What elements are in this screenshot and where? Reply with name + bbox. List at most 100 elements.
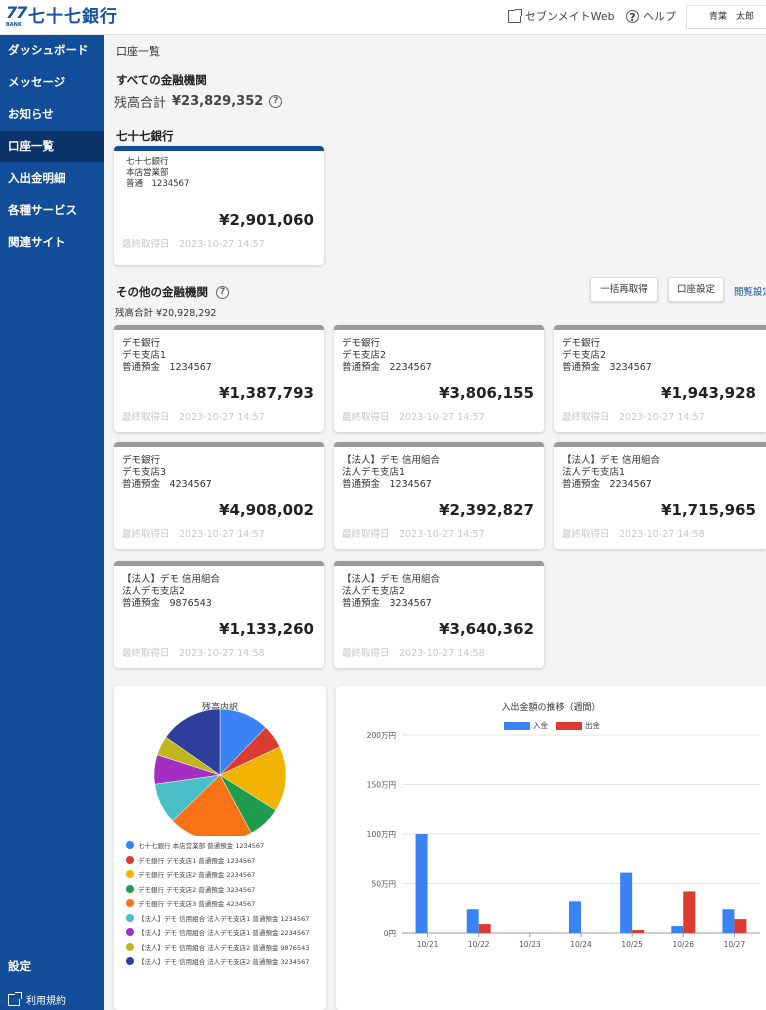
legend-dot bbox=[126, 841, 134, 850]
card-last-updated: 最終取得日 2023-10-27 14:57 bbox=[342, 529, 485, 540]
account-card[interactable]: デモ銀行 デモ支店2 普通預金 3234567 ¥1,943,928 最終取得日… bbox=[554, 325, 766, 432]
card-account: 普通預金 4234567 bbox=[122, 479, 212, 490]
legend-dot bbox=[126, 870, 134, 879]
legend-dot bbox=[126, 928, 134, 937]
account-settings-button[interactable]: 口座設定 bbox=[668, 277, 724, 302]
legend-item[interactable]: デモ銀行 デモ支店2 普通預金 3234567 bbox=[126, 882, 309, 897]
card-account: 普通預金 9876543 bbox=[122, 598, 212, 609]
card-balance: ¥1,387,793 bbox=[219, 384, 314, 402]
sidebar-item-transactions[interactable]: 入出金明細 bbox=[0, 163, 104, 194]
sidebar-item-dashboard[interactable]: ダッシュボード bbox=[0, 35, 104, 66]
card-balance: ¥3,640,362 bbox=[439, 620, 534, 638]
logo-text: 七十七銀行 bbox=[28, 7, 118, 27]
y-tick-label: 150万円 bbox=[367, 781, 396, 790]
account-card[interactable]: 【法人】デモ 信用組合 法人デモ支店1 普通預金 1234567 ¥2,392,… bbox=[334, 442, 544, 549]
bar-deposit bbox=[722, 909, 735, 933]
legend-dot bbox=[126, 913, 134, 922]
user-menu[interactable]: 青葉 太郎 bbox=[686, 5, 766, 29]
breadcrumb: 口座一覧 bbox=[116, 45, 160, 58]
legend-item[interactable]: デモ銀行 デモ支店3 普通預金 4234567 bbox=[126, 896, 309, 911]
legend-label: デモ銀行 デモ支店2 普通預金 3234567 bbox=[138, 885, 256, 894]
account-card[interactable]: 【法人】デモ 信用組合 法人デモ支店1 普通預金 2234567 ¥1,715,… bbox=[554, 442, 766, 549]
bar-deposit bbox=[620, 872, 633, 933]
help-icon[interactable]: ? bbox=[216, 285, 229, 299]
y-tick-label: 100万円 bbox=[367, 830, 396, 839]
sidebar-item-messages[interactable]: メッセージ bbox=[0, 67, 104, 98]
logo-mark: 77 BANK bbox=[6, 3, 28, 29]
legend-label: デモ銀行 デモ支店3 普通預金 4234567 bbox=[138, 900, 256, 909]
top-header: 77 BANK 七十七銀行 セブンメイトWeb ? ヘルプ 青葉 太郎 bbox=[0, 0, 766, 35]
x-tick-label: 10/21 bbox=[417, 940, 439, 949]
legend-item[interactable]: 七十七銀行 本店営業部 普通預金 1234567 bbox=[126, 838, 309, 853]
legend-dot bbox=[126, 855, 134, 864]
card-balance: ¥1,715,965 bbox=[661, 501, 756, 519]
legend-label: 【法人】デモ 信用組合 法人デモ支店2 普通預金 9876543 bbox=[138, 943, 310, 952]
balance-breakdown-panel: 残高内訳 七十七銀行 本店営業部 普通預金 1234567 デモ銀行 デモ支店1 … bbox=[114, 686, 326, 1010]
logo-number: 77 bbox=[6, 3, 27, 22]
x-tick-label: 10/26 bbox=[672, 940, 694, 949]
card-last-updated: 最終取得日 2023-10-27 14:58 bbox=[122, 648, 265, 659]
sidebar-item-terms[interactable]: 利用規約 bbox=[8, 991, 66, 1007]
x-tick-label: 10/25 bbox=[621, 940, 643, 949]
legend-item[interactable]: 【法人】デモ 信用組合 法人デモ支店2 普通預金 9876543 bbox=[126, 940, 309, 955]
sidebar-item-services[interactable]: 各種サービス bbox=[0, 195, 104, 226]
y-tick-label: 50万円 bbox=[371, 880, 396, 889]
legend-dot bbox=[126, 957, 134, 966]
sidebar-item-notices[interactable]: お知らせ bbox=[0, 99, 104, 130]
card-last-updated: 最終取得日 2023-10-27 14:57 bbox=[122, 529, 265, 540]
x-tick-label: 10/24 bbox=[570, 940, 592, 949]
legend-label: デモ銀行 デモ支店2 普通預金 2234567 bbox=[138, 871, 256, 880]
logo-bank-label: BANK bbox=[6, 22, 22, 28]
help-icon: ? bbox=[626, 9, 639, 24]
sidebar-item-related-sites[interactable]: 関連サイト bbox=[0, 227, 104, 258]
legend-item[interactable]: 【法人】デモ 信用組合 法人デモ支店1 普通預金 1234567 bbox=[126, 911, 309, 926]
y-tick-label: 200万円 bbox=[367, 731, 396, 740]
other-institutions-total: 残高合計 ¥20,928,292 bbox=[115, 308, 217, 319]
all-institutions-total: 残高合計 ¥23,829,352 ? bbox=[114, 92, 283, 111]
help-link[interactable]: ? ヘルプ bbox=[626, 8, 676, 24]
other-heading-label: その他の金融機関 bbox=[116, 285, 208, 299]
account-card[interactable]: デモ銀行 デモ支店2 普通預金 2234567 ¥3,806,155 最終取得日… bbox=[334, 325, 544, 432]
legend-label: 七十七銀行 本店営業部 普通預金 1234567 bbox=[138, 842, 265, 851]
legend-item[interactable]: 【法人】デモ 信用組合 法人デモ支店1 普通預金 2234567 bbox=[126, 925, 309, 940]
account-card[interactable]: 【法人】デモ 信用組合 法人デモ支店2 普通預金 3234567 ¥3,640,… bbox=[334, 561, 544, 668]
user-name: 青葉 太郎 bbox=[709, 12, 755, 22]
card-account: 普通預金 2234567 bbox=[562, 479, 652, 490]
legend-dot bbox=[126, 884, 134, 893]
legend-item[interactable]: 【法人】デモ 信用組合 法人デモ支店2 普通預金 3234567 bbox=[126, 954, 309, 969]
account-card[interactable]: デモ銀行 デモ支店3 普通預金 4234567 ¥4,908,002 最終取得日… bbox=[114, 442, 324, 549]
sevenmate-label: セブンメイトWeb bbox=[525, 10, 615, 23]
pie-legend: 七十七銀行 本店営業部 普通預金 1234567 デモ銀行 デモ支店1 普通預金 … bbox=[126, 838, 309, 969]
account-card[interactable]: デモ銀行 デモ支店1 普通預金 1234567 ¥1,387,793 最終取得日… bbox=[114, 325, 324, 432]
account-card-bank77[interactable]: 七十七銀行 本店営業部 普通 1234567 ¥2,901,060 最終取得日 … bbox=[114, 146, 324, 265]
all-institutions-heading: すべての金融機関 bbox=[116, 73, 207, 87]
bar-deposit bbox=[671, 926, 684, 933]
card-last-updated: 最終取得日 2023-10-27 14:57 bbox=[122, 412, 265, 423]
card-balance: ¥3,806,155 bbox=[439, 384, 534, 402]
x-tick-label: 10/23 bbox=[519, 940, 541, 949]
card-balance: ¥1,943,928 bbox=[661, 384, 756, 402]
sidebar-item-accounts[interactable]: 口座一覧 bbox=[0, 131, 104, 162]
bank-logo[interactable]: 77 BANK 七十七銀行 bbox=[6, 3, 118, 29]
card-balance: ¥2,901,060 bbox=[219, 211, 314, 229]
card-account: 普通 1234567 bbox=[126, 179, 190, 189]
card-last-updated: 最終取得日 2023-10-27 14:58 bbox=[342, 648, 485, 659]
help-icon[interactable]: ? bbox=[269, 95, 283, 108]
card-last-updated: 最終取得日 2023-10-27 14:58 bbox=[562, 529, 705, 540]
bank77-heading: 七十七銀行 bbox=[116, 129, 174, 143]
card-last-updated: 最終取得日 2023-10-27 14:57 bbox=[122, 239, 265, 250]
legend-label: 【法人】デモ 信用組合 法人デモ支店1 普通預金 1234567 bbox=[138, 914, 310, 923]
bar-deposit bbox=[415, 834, 428, 933]
account-card[interactable]: 【法人】デモ 信用組合 法人デモ支店2 普通預金 9876543 ¥1,133,… bbox=[114, 561, 324, 668]
sidebar-item-settings[interactable]: 設定 bbox=[8, 958, 31, 974]
sevenmate-link[interactable]: セブンメイトWeb bbox=[508, 8, 615, 24]
legend-dot bbox=[126, 899, 134, 908]
card-last-updated: 最終取得日 2023-10-27 14:57 bbox=[562, 412, 705, 423]
refresh-all-button[interactable]: 一括再取得 bbox=[590, 277, 658, 302]
legend-item[interactable]: デモ銀行 デモ支店1 普通預金 1234567 bbox=[126, 853, 309, 868]
card-last-updated: 最終取得日 2023-10-27 14:57 bbox=[342, 412, 485, 423]
legend-dot bbox=[126, 942, 134, 951]
card-balance: ¥4,908,002 bbox=[219, 501, 314, 519]
view-settings-link[interactable]: 閲覧設定 bbox=[734, 284, 766, 298]
legend-item[interactable]: デモ銀行 デモ支店2 普通預金 2234567 bbox=[126, 867, 309, 882]
